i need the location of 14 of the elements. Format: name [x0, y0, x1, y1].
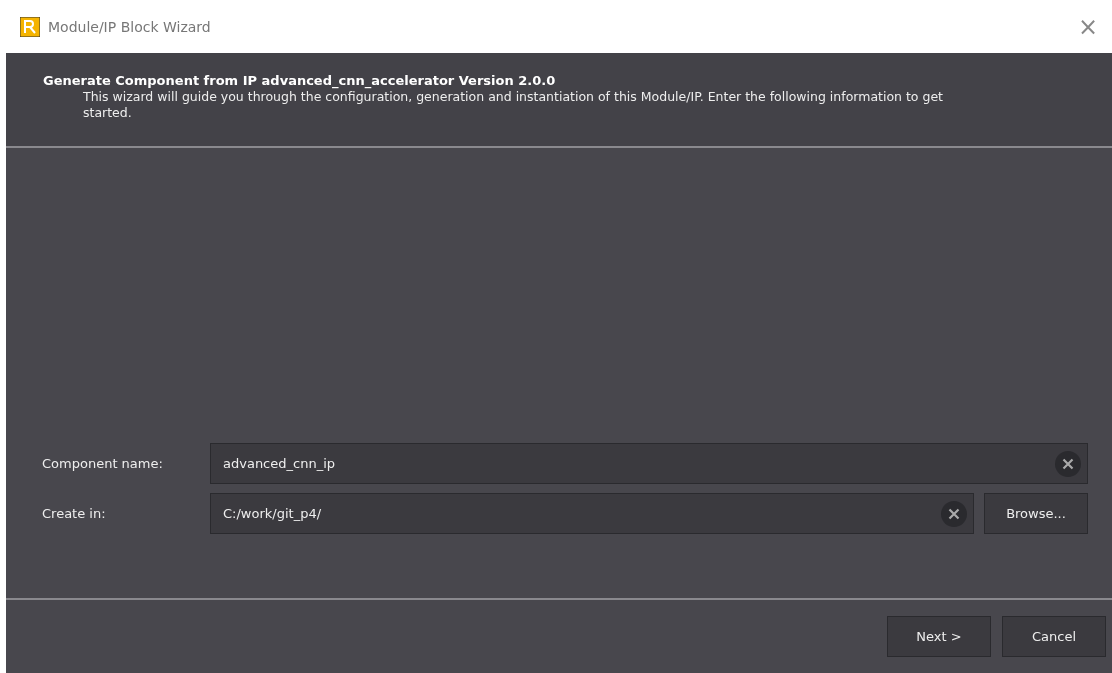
field-label: Create in:	[42, 506, 107, 521]
header-title: Generate Component from IP advanced_cnn_accelerator Version 2.0.0	[43, 73, 557, 88]
field-label: Component name:	[42, 456, 164, 471]
clear-icon[interactable]	[941, 500, 967, 527]
header-description: This wizard will guide you through the configuration, generation and instantiation of this Module/IP. Enter the following information to get started.	[83, 89, 944, 121]
close-button[interactable]: ×	[1071, 12, 1104, 41]
input-field[interactable]: C:/work/git_p4/	[210, 493, 974, 534]
next-button[interactable]: Next >	[887, 616, 991, 657]
browse-button[interactable]: Browse...	[984, 493, 1088, 534]
logo-icon	[20, 16, 40, 37]
cancel-button[interactable]: Cancel	[1002, 616, 1106, 657]
clear-icon[interactable]	[1055, 450, 1081, 477]
window-title: Module/IP Block Wizard	[48, 18, 212, 35]
input-field[interactable]: advanced_cnn_ip	[210, 443, 1088, 484]
